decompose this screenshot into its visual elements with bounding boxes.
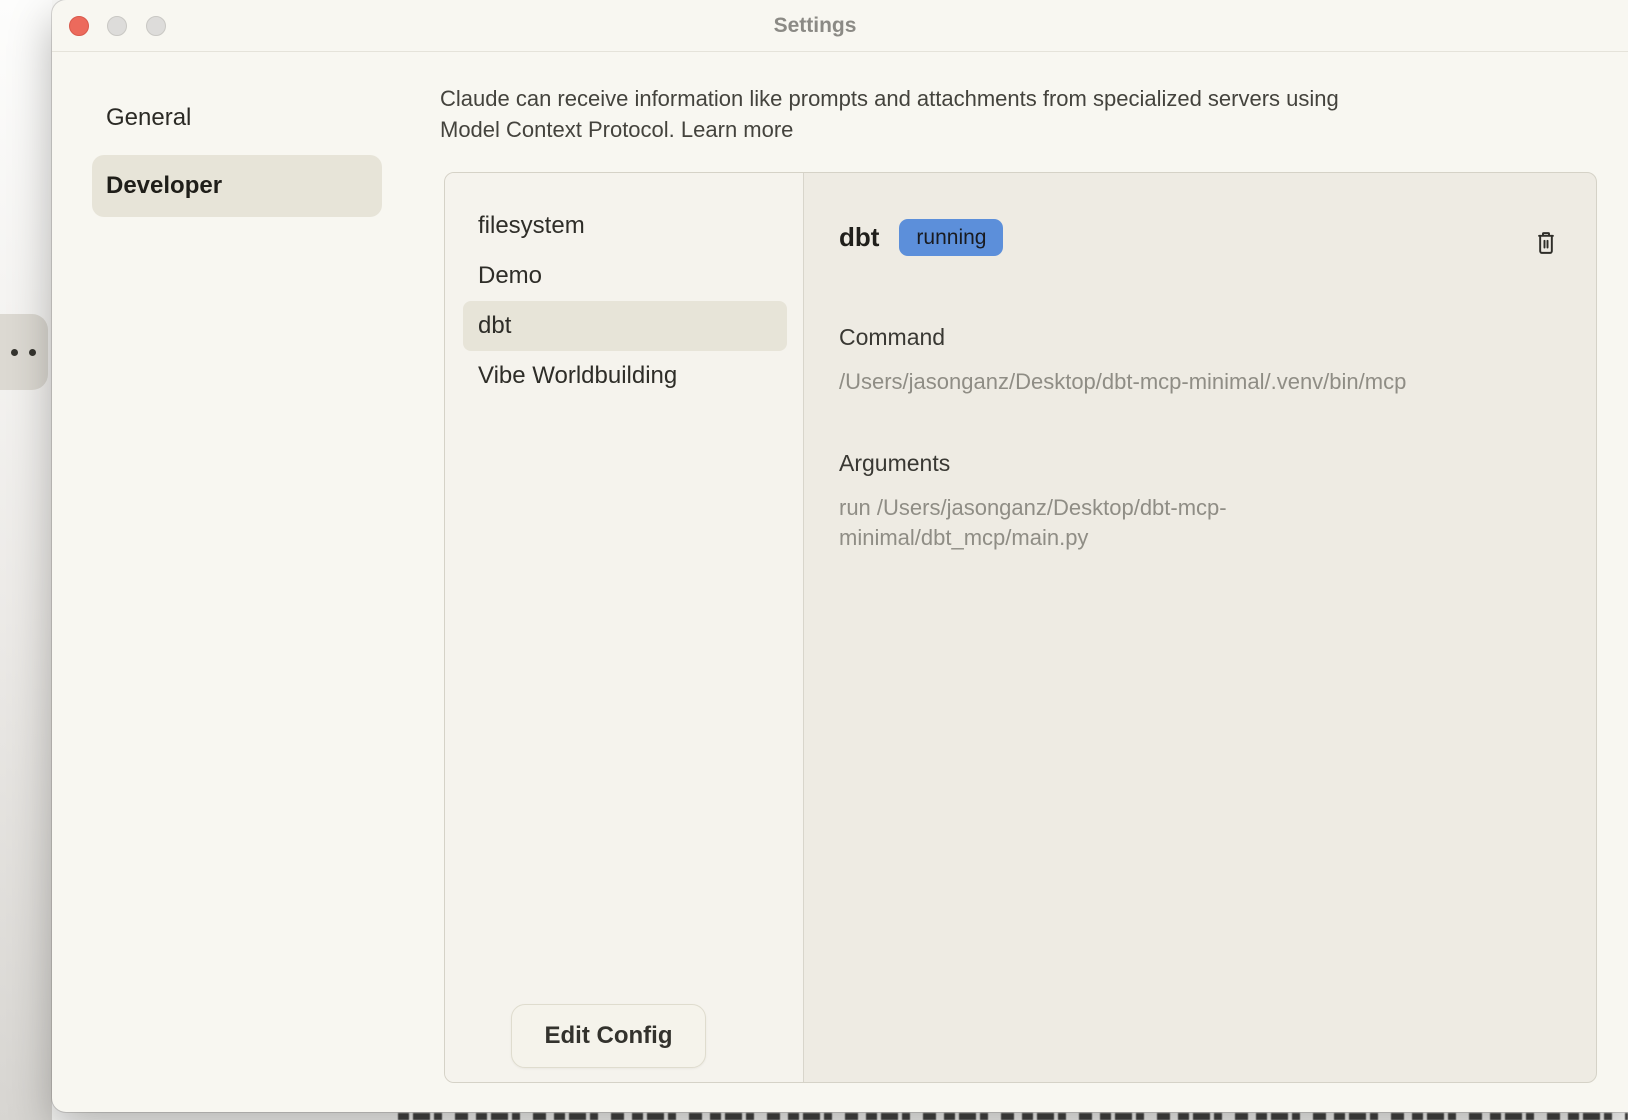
sidebar-item-developer[interactable]: Developer	[92, 155, 382, 217]
window-title: Settings	[774, 14, 857, 38]
arguments-value: run /Users/jasonganz/Desktop/dbt-mcp-min…	[839, 493, 1329, 553]
window-titlebar[interactable]: Settings	[52, 0, 1628, 52]
description-line-1: Claude can receive information like prom…	[440, 84, 1570, 115]
status-badge: running	[899, 219, 1003, 256]
server-row-dbt[interactable]: dbt	[463, 301, 787, 351]
learn-more-link[interactable]: Learn more	[681, 117, 794, 142]
settings-window: Settings General Developer Claude can re…	[52, 0, 1628, 1112]
minimize-button[interactable]	[107, 16, 127, 36]
server-name: Demo	[478, 262, 542, 290]
sidebar-item-label: Developer	[106, 172, 222, 200]
settings-sidebar: General Developer	[92, 92, 382, 217]
mcp-description: Claude can receive information like prom…	[440, 84, 1570, 145]
trash-icon	[1533, 230, 1559, 257]
screen: Settings General Developer Claude can re…	[0, 0, 1628, 1120]
server-name: filesystem	[478, 212, 585, 240]
command-label: Command	[839, 324, 945, 351]
server-detail-name: dbt	[839, 222, 879, 253]
desktop-background	[0, 0, 52, 1120]
sidebar-item-general[interactable]: General	[92, 92, 382, 144]
command-value: /Users/jasonganz/Desktop/dbt-mcp-minimal…	[839, 367, 1597, 397]
handle-dot-icon	[11, 349, 18, 356]
sidebar-item-label: General	[106, 104, 191, 132]
server-list: filesystem Demo dbt Vibe Worldbuilding E…	[445, 173, 804, 1082]
edit-config-button[interactable]: Edit Config	[511, 1004, 706, 1068]
handle-dot-icon	[29, 349, 36, 356]
mcp-servers-panel: filesystem Demo dbt Vibe Worldbuilding E…	[444, 172, 1597, 1083]
server-name: Vibe Worldbuilding	[478, 362, 677, 390]
arguments-label: Arguments	[839, 450, 950, 477]
close-button[interactable]	[69, 16, 89, 36]
delete-server-button[interactable]	[1530, 227, 1562, 259]
server-detail-header: dbt running	[839, 219, 1003, 256]
server-row-vibe-worldbuilding[interactable]: Vibe Worldbuilding	[445, 351, 803, 401]
description-line-2: Model Context Protocol. Learn more	[440, 115, 1570, 146]
zoom-button[interactable]	[146, 16, 166, 36]
server-row-filesystem[interactable]: filesystem	[445, 201, 803, 251]
server-name: dbt	[478, 312, 511, 340]
background-drag-handle[interactable]	[0, 314, 48, 390]
background-window-clipped-text	[398, 1113, 1628, 1120]
server-row-demo[interactable]: Demo	[445, 251, 803, 301]
server-detail-pane: dbt running Command /Users/jasonganz/Des…	[805, 173, 1596, 1082]
